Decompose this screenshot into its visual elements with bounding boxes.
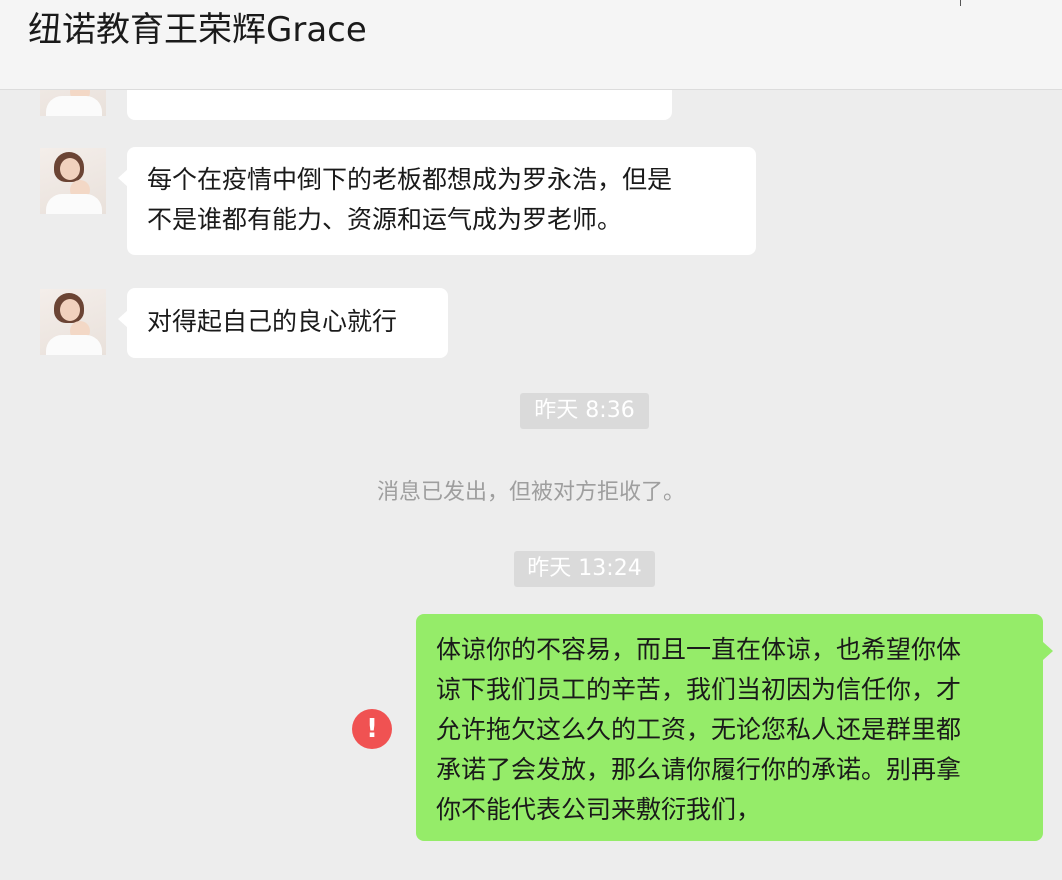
message-text: 对得起自己的良心就行: [147, 307, 398, 336]
message-text-line: 不是谁都有能力、资源和运气成为罗老师。: [147, 205, 623, 234]
message-text-line: 每个在疫情中倒下的老板都想成为罗永浩，但是: [147, 165, 673, 194]
chat-header: 纽诺教育王荣辉Grace: [0, 0, 1062, 90]
contact-avatar[interactable]: [40, 90, 106, 116]
contact-avatar[interactable]: [40, 148, 106, 214]
contact-avatar[interactable]: [40, 289, 106, 355]
chat-title: 纽诺教育王荣辉Grace: [28, 10, 367, 50]
message-bubble-partial[interactable]: …: [127, 90, 672, 120]
message-text-line: 谅下我们员工的辛苦，我们当初因为信任你，才: [436, 675, 962, 704]
send-failed-icon[interactable]: !: [352, 709, 392, 749]
message-bubble-outgoing[interactable]: 体谅你的不容易，而且一直在体谅，也希望你体 谅下我们员工的辛苦，我们当初因为信任…: [416, 614, 1053, 841]
header-edge-mark: [960, 0, 961, 6]
message-text-line: 体谅你的不容易，而且一直在体谅，也希望你体: [436, 635, 962, 664]
message-bubble-incoming[interactable]: 对得起自己的良心就行: [118, 288, 448, 358]
timestamp: 昨天 8:36: [520, 393, 649, 429]
message-list[interactable]: … 每个在疫情中倒下的老板都想成为罗永浩，但是 不是谁都有能力、资源和运气成为罗…: [0, 90, 1062, 880]
timestamp: 昨天 13:24: [514, 551, 655, 587]
message-text-line: 允许拖欠这么久的工资，无论您私人还是群里都: [436, 715, 962, 744]
system-notice: 消息已发出，但被对方拒收了。: [376, 480, 685, 505]
message-bubble-incoming[interactable]: 每个在疫情中倒下的老板都想成为罗永浩，但是 不是谁都有能力、资源和运气成为罗老师…: [118, 147, 756, 255]
message-text-line: 承诺了会发放，那么请你履行你的承诺。别再拿: [436, 755, 962, 784]
message-text-line: 你不能代表公司来敷衍我们，: [436, 795, 762, 824]
